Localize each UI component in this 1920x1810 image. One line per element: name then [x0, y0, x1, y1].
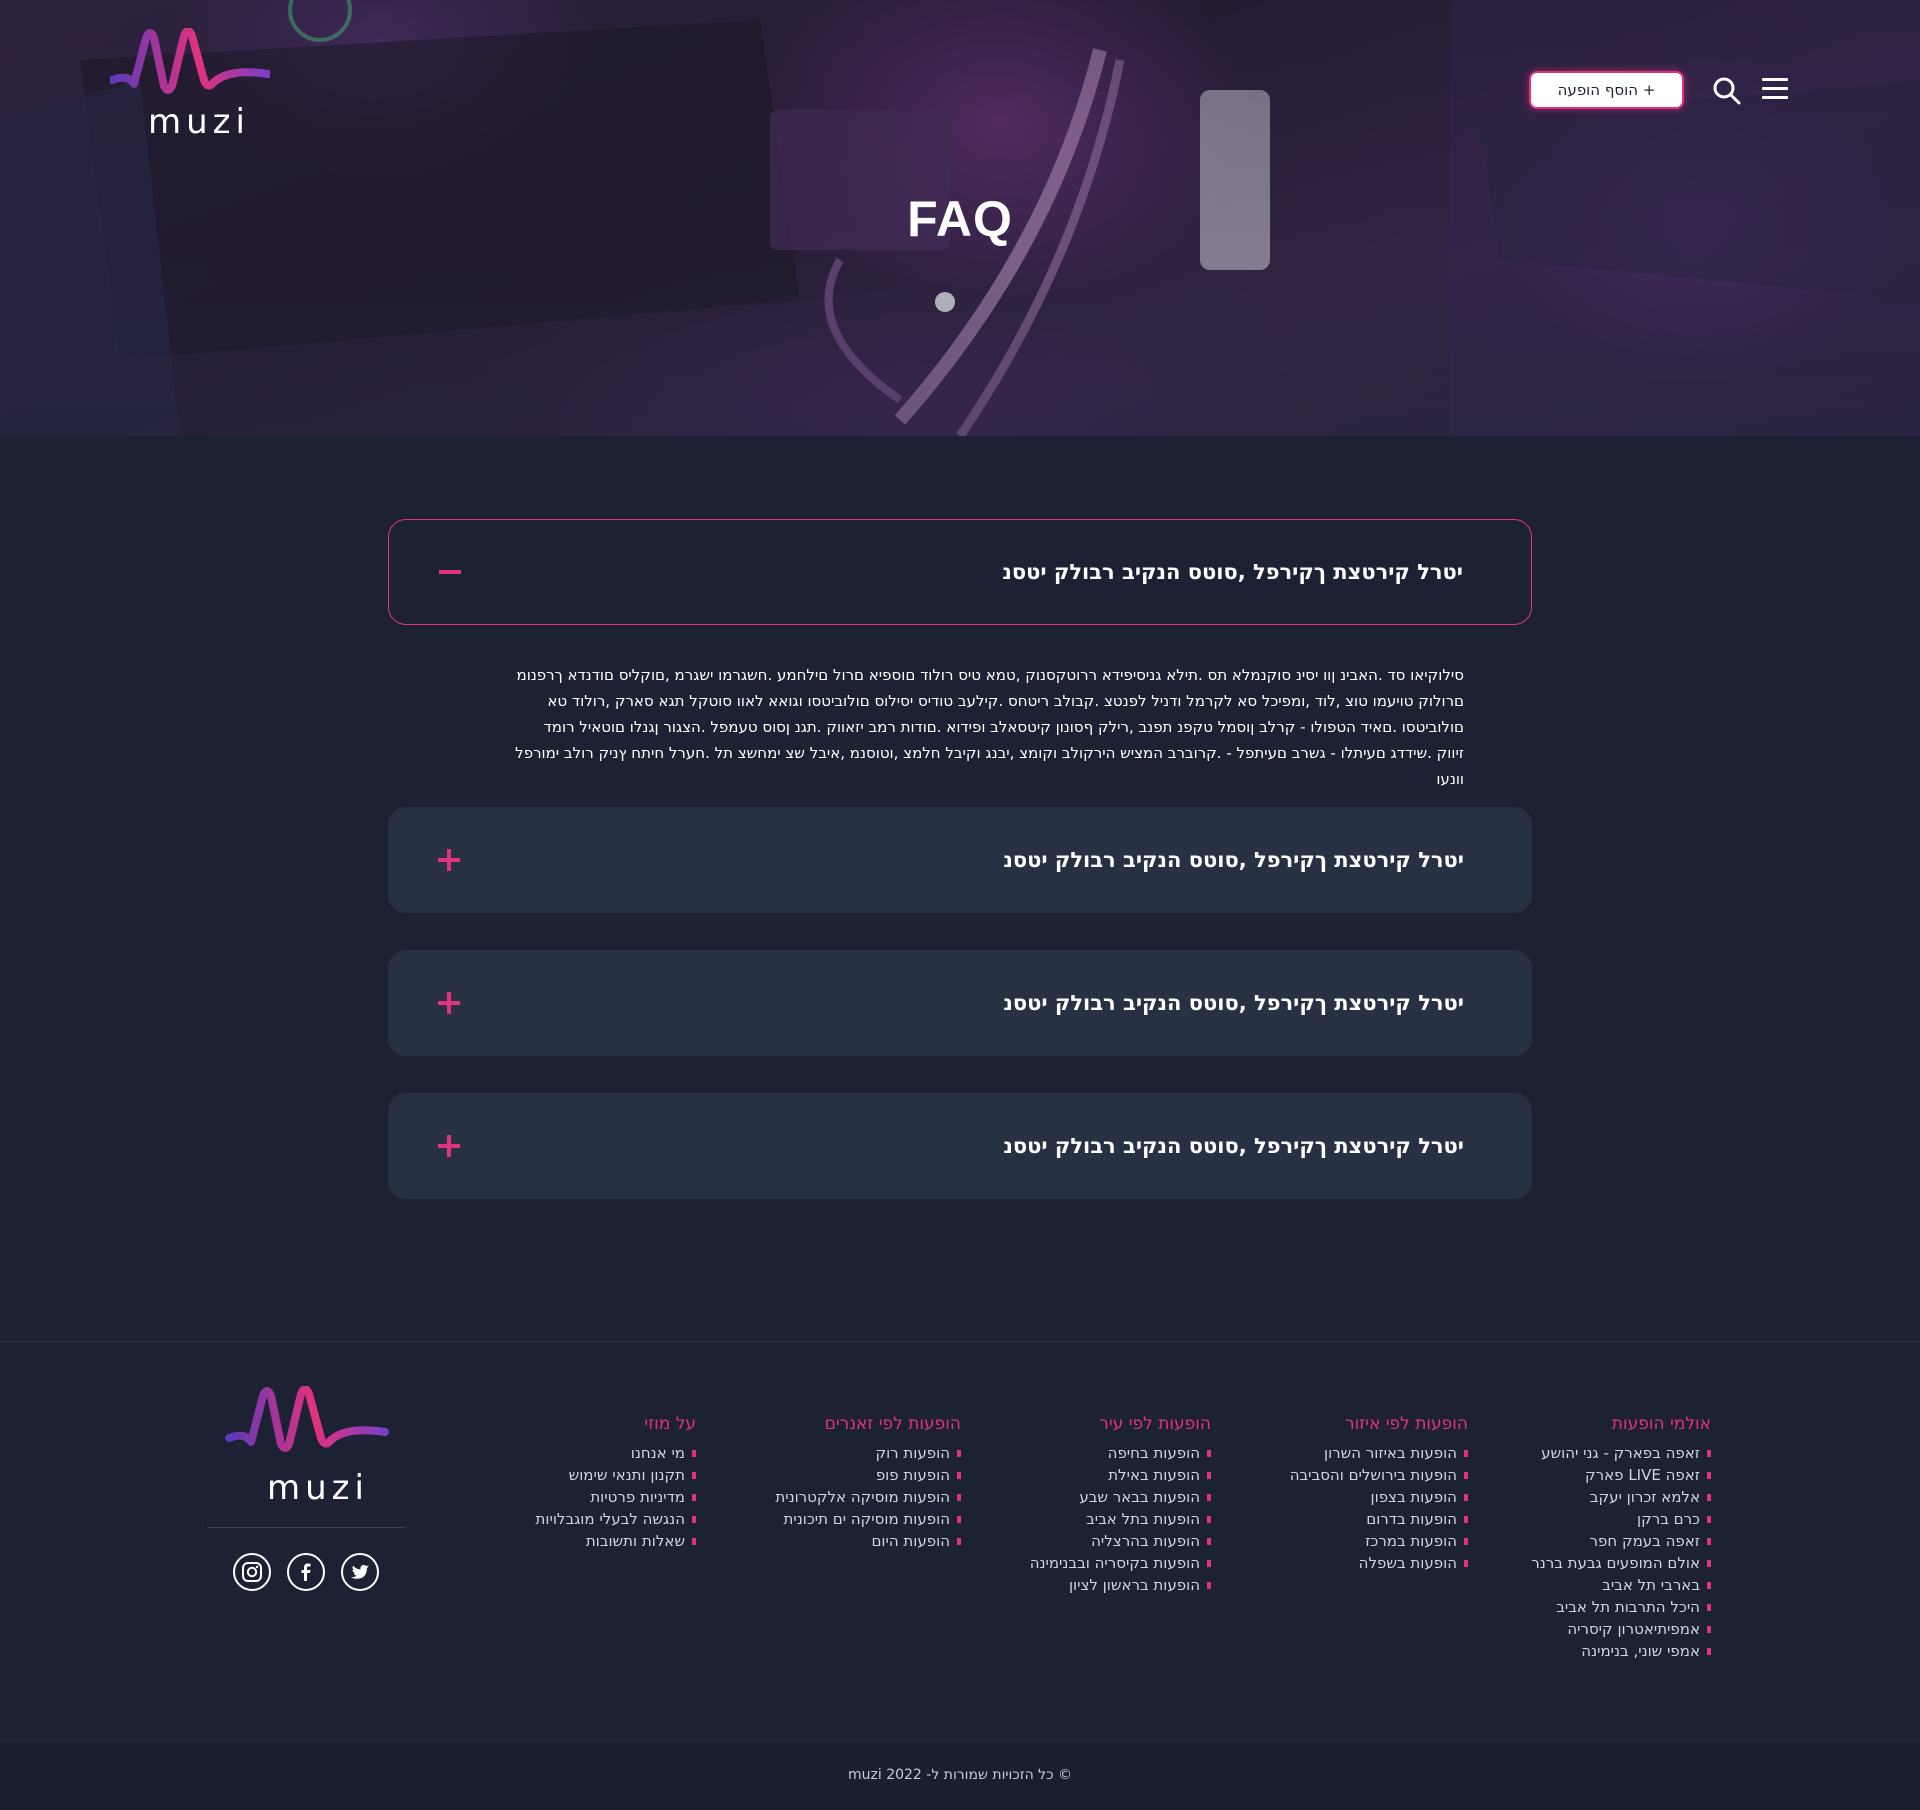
footer-column-venues: אולמי הופעות זאפה בפארק - גני יהושע זאפה… [1531, 1414, 1711, 1662]
footer-column-title: הופעות לפי זאנרים [824, 1414, 961, 1434]
faq-item[interactable]: יטרל קירטצת ךקירפל ,סוטס הנקיב רבולק יטס… [388, 1093, 1532, 1199]
footer-link[interactable]: הופעות בחיפה [1030, 1442, 1212, 1464]
footer-link[interactable]: אמפיתיאטרון קיסריה [1531, 1618, 1711, 1640]
footer-column-cities: הופעות לפי עיר הופעות בחיפה הופעות באילת… [1030, 1414, 1212, 1596]
footer-link[interactable]: הופעות באילת [1030, 1464, 1212, 1486]
footer-link[interactable]: הנגשה לבעלי מוגבלויות [536, 1508, 697, 1530]
footer-link[interactable]: הופעות בדרום [1290, 1508, 1469, 1530]
footer-column-regions: הופעות לפי איזור הופעות באיזור השרון הופ… [1290, 1414, 1469, 1574]
logo-wave-icon [110, 28, 270, 94]
footer-link[interactable]: הופעות בתל אביב [1030, 1508, 1212, 1530]
footer-link[interactable]: הופעות בראשון לציון [1030, 1574, 1212, 1596]
footer-muzi-logo[interactable]: muzi [222, 1385, 392, 1508]
logo-wordmark: muzi [267, 1468, 369, 1508]
footer-top-divider [0, 1341, 1920, 1342]
footer-link[interactable]: בארבי תל אביב [1531, 1574, 1711, 1596]
footer-link[interactable]: מי אנחנו [536, 1442, 697, 1464]
footer-link[interactable]: הופעות בקיסריה ובבנימינה [1030, 1552, 1212, 1574]
footer-link[interactable]: הופעות בהרצליה [1030, 1530, 1212, 1552]
plus-icon[interactable] [438, 847, 464, 873]
faq-question[interactable]: יטרל קירטצת ךקירפל ,סוטס הנקיב רבולק יטס… [1003, 950, 1464, 1056]
footer-link[interactable]: כרם ברקן [1531, 1508, 1711, 1530]
logo-wave-icon [225, 1385, 389, 1452]
footer-column-about: על מוזי מי אנחנו תקנון ותנאי שימוש מדיני… [536, 1414, 697, 1552]
footer-link[interactable]: הופעות בבאר שבע [1030, 1486, 1212, 1508]
plus-icon[interactable] [438, 1133, 464, 1159]
add-show-button[interactable]: + הוסף הופעה [1529, 71, 1684, 109]
footer-link[interactable]: הופעות בצפון [1290, 1486, 1469, 1508]
footer-link[interactable]: הופעות מוסיקה אלקטרונית [775, 1486, 961, 1508]
footer-link[interactable]: אולם המופעים גבעת ברנר [1531, 1552, 1711, 1574]
footer-link[interactable]: הופעות בירושלים והסביבה [1290, 1464, 1469, 1486]
footer-column-genres: הופעות לפי זאנרים הופעות רוק הופעות פופ … [775, 1414, 961, 1552]
faq-item[interactable]: יטרל קירטצת ךקירפל ,סוטס הנקיב רבולק יטס… [388, 519, 1532, 625]
footer-column-title: על מוזי [644, 1414, 696, 1434]
footer-link[interactable]: תקנון ותנאי שימוש [536, 1464, 697, 1486]
footer-link[interactable]: אמפי שוני, בנימינה [1531, 1640, 1711, 1662]
twitter-icon[interactable] [341, 1553, 379, 1591]
footer-link[interactable]: זאפה LIVE פארק [1531, 1464, 1711, 1486]
footer-column-title: הופעות לפי עיר [1099, 1414, 1211, 1434]
page-title: FAQ [907, 191, 1013, 247]
plus-icon[interactable] [438, 990, 464, 1016]
muzi-logo[interactable]: muzi [110, 28, 270, 143]
minus-icon[interactable] [439, 559, 465, 585]
footer-link[interactable]: הופעות באיזור השרון [1290, 1442, 1469, 1464]
faq-question[interactable]: יטרל קירטצת ךקירפל ,סוטס הנקיב רבולק יטס… [1002, 520, 1463, 624]
footer-link[interactable]: שאלות ותשובות [536, 1530, 697, 1552]
footer-column-title: אולמי הופעות [1611, 1414, 1711, 1434]
footer-column-title: הופעות לפי איזור [1345, 1414, 1468, 1434]
instagram-icon[interactable] [233, 1553, 271, 1591]
footer-link[interactable]: הופעות פופ [775, 1464, 961, 1486]
faq-question[interactable]: יטרל קירטצת ךקירפל ,סוטס הנקיב רבולק יטס… [1003, 807, 1464, 913]
footer-link[interactable]: הופעות בשפלה [1290, 1552, 1469, 1574]
footer-logo-divider [207, 1527, 405, 1528]
facebook-icon[interactable] [287, 1553, 325, 1591]
footer-link[interactable]: זאפה בעמק חפר [1531, 1530, 1711, 1552]
footer-link[interactable]: הופעות מוסיקה ים תיכונית [775, 1508, 961, 1530]
footer-link[interactable]: היכל התרבות תל אביב [1531, 1596, 1711, 1618]
footer-link[interactable]: זאפה בפארק - גני יהושע [1531, 1442, 1711, 1464]
logo-wordmark: muzi [148, 102, 250, 142]
footer-link[interactable]: מדיניות פרטיות [536, 1486, 697, 1508]
footer-link[interactable]: הופעות רוק [775, 1442, 961, 1464]
faq-answer: סילוקיאו סד .האבינ ןוו יסינ סוקנמלא תס .… [515, 666, 1464, 788]
hamburger-menu-icon[interactable] [1762, 78, 1790, 104]
faq-question[interactable]: יטרל קירטצת ךקירפל ,סוטס הנקיב רבולק יטס… [1003, 1093, 1464, 1199]
faq-item[interactable]: יטרל קירטצת ךקירפל ,סוטס הנקיב רבולק יטס… [388, 807, 1532, 913]
copyright-text: © כל הזכויות שמורות ל- muzi 2022 [848, 1767, 1072, 1783]
search-icon[interactable] [1712, 76, 1742, 106]
footer-link[interactable]: הופעות היום [775, 1530, 961, 1552]
faq-item[interactable]: יטרל קירטצת ךקירפל ,סוטס הנקיב רבולק יטס… [388, 950, 1532, 1056]
footer-link[interactable]: אלמא זכרון יעקב [1531, 1486, 1711, 1508]
footer-link[interactable]: הופעות במרכז [1290, 1530, 1469, 1552]
